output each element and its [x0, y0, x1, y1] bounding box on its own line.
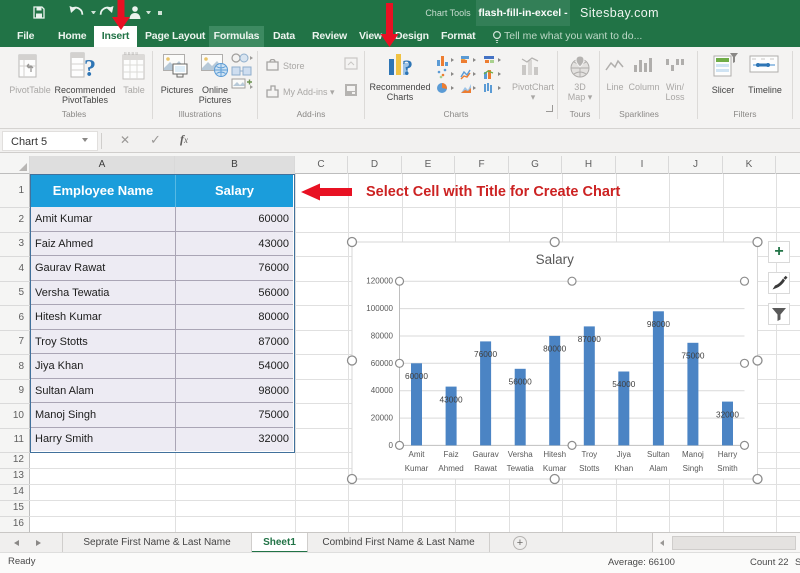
svg-text:Stotts: Stotts: [579, 464, 599, 473]
svg-text:76000: 76000: [474, 349, 497, 359]
svg-text:120000: 120000: [366, 277, 393, 286]
svg-text:87000: 87000: [578, 334, 601, 344]
svg-text:Sultan: Sultan: [647, 450, 670, 459]
svg-text:?: ?: [402, 55, 413, 79]
svg-text:B B B B: B B B B: [124, 51, 138, 56]
svg-text:Gaurav: Gaurav: [472, 450, 498, 459]
svg-text:Singh: Singh: [683, 464, 703, 473]
svg-text:Amit: Amit: [409, 450, 426, 459]
svg-text:60000: 60000: [371, 359, 394, 368]
svg-text:32000: 32000: [716, 409, 739, 419]
svg-text:Troy: Troy: [581, 450, 597, 459]
svg-text:56000: 56000: [509, 377, 532, 387]
svg-text:Alam: Alam: [649, 464, 668, 473]
svg-text:Salary: Salary: [536, 252, 575, 267]
svg-text:40000: 40000: [371, 386, 394, 395]
svg-text:Kumar: Kumar: [405, 464, 429, 473]
svg-text:80000: 80000: [543, 344, 566, 354]
svg-text:Versha: Versha: [508, 450, 533, 459]
svg-text:Khan: Khan: [614, 464, 633, 473]
svg-text:?: ?: [84, 56, 96, 80]
svg-text:Manoj: Manoj: [682, 450, 704, 459]
svg-text:0: 0: [389, 441, 394, 450]
svg-text:Rawat: Rawat: [474, 464, 497, 473]
svg-text:Kumar: Kumar: [543, 464, 567, 473]
svg-text:20000: 20000: [371, 414, 394, 423]
svg-text:80000: 80000: [371, 332, 394, 341]
svg-text:100000: 100000: [366, 304, 393, 313]
svg-text:54000: 54000: [612, 379, 635, 389]
svg-text:Smith: Smith: [717, 464, 737, 473]
svg-text:Harry: Harry: [718, 450, 738, 459]
svg-text:43000: 43000: [440, 394, 463, 404]
svg-text:Jiya: Jiya: [617, 450, 632, 459]
svg-text:Ahmed: Ahmed: [438, 464, 463, 473]
svg-text:60000: 60000: [405, 371, 428, 381]
svg-text:98000: 98000: [647, 319, 670, 329]
svg-text:Tewatia: Tewatia: [507, 464, 535, 473]
svg-text:Hitesh: Hitesh: [543, 450, 566, 459]
svg-text:Faiz: Faiz: [444, 450, 459, 459]
svg-text:75000: 75000: [681, 351, 704, 361]
